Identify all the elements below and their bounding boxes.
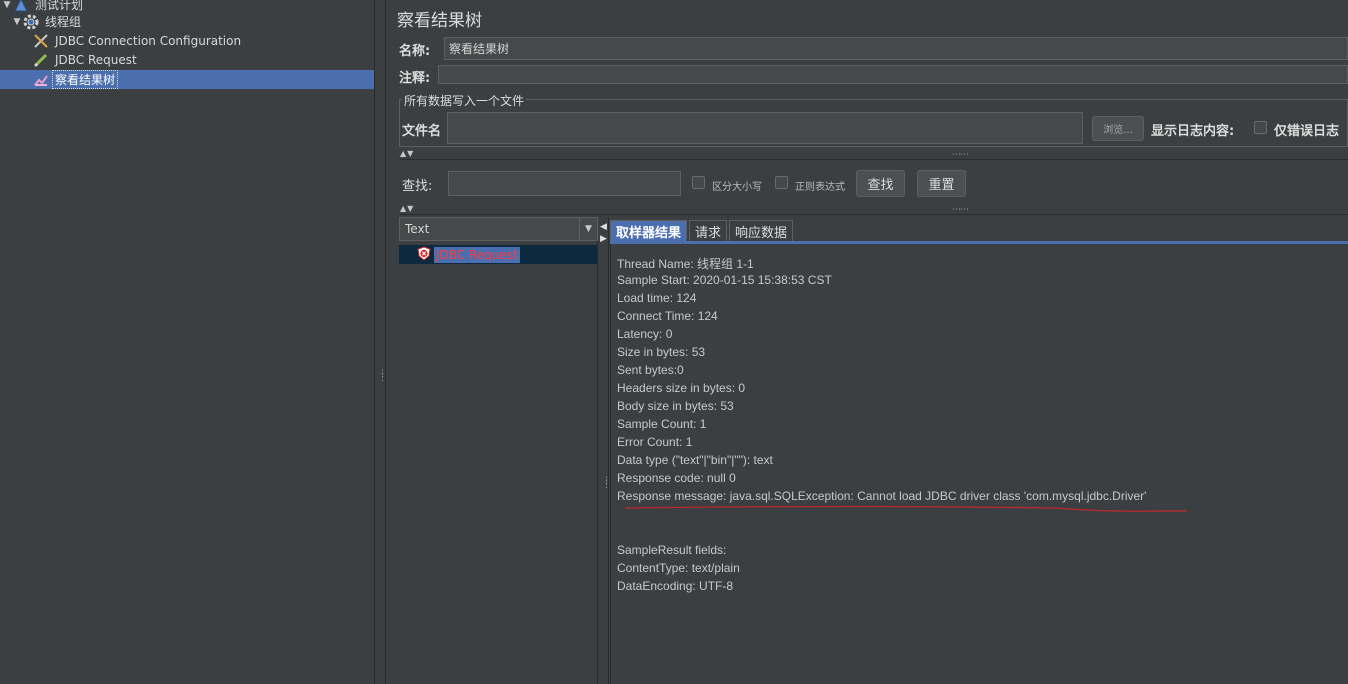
tab-response-data[interactable]: 响应数据 — [729, 220, 794, 241]
find-button[interactable]: 查找 — [856, 170, 905, 197]
result-line: Load time: 124 — [617, 291, 697, 305]
result-line: Sample Start: 2020-01-15 15:38:53 CST — [617, 273, 832, 287]
result-line: Sent bytes:0 — [617, 363, 684, 377]
divider — [399, 214, 1348, 215]
reset-button[interactable]: 重置 — [917, 170, 966, 197]
result-line: Latency: 0 — [617, 327, 673, 341]
regex-label: 正则表达式 — [795, 182, 845, 193]
tree-item-label: 线程组 — [45, 15, 82, 29]
errors-only-label: 仅错误日志 — [1274, 124, 1340, 139]
result-line: Sample Count: 1 — [617, 417, 707, 431]
renderer-select-value: Text — [405, 222, 430, 236]
comment-label: 注释: — [399, 71, 431, 86]
file-name-input[interactable] — [447, 112, 1083, 144]
gear-icon — [22, 13, 40, 31]
name-input[interactable] — [444, 37, 1348, 60]
fields-line: SampleResult fields: — [617, 543, 727, 557]
renderer-select[interactable]: Text ▼ — [399, 217, 598, 241]
errors-only-checkbox[interactable] — [1254, 121, 1267, 134]
pen-icon — [32, 51, 50, 69]
result-line: Thread Name: 线程组 1-1 — [617, 257, 754, 271]
results-list: Text ▼ JDBC Request — [399, 217, 598, 684]
results-splitter[interactable]: ◀ ▶ ⋮ ⋮ — [599, 217, 611, 684]
result-line: Size in bytes: 53 — [617, 345, 706, 359]
file-group-legend: 所有数据写入一个文件 — [402, 92, 527, 109]
search-input[interactable] — [448, 171, 681, 196]
tab-sampler-result[interactable]: 取样器结果 — [610, 220, 688, 241]
tree-item-label: 察看结果树 — [51, 70, 119, 89]
fields-line: DataEncoding: UTF-8 — [617, 579, 734, 593]
case-sensitive-checkbox[interactable] — [692, 176, 705, 189]
chart-icon — [32, 71, 50, 89]
wrench-icon — [32, 32, 50, 50]
result-item[interactable]: JDBC Request — [399, 245, 597, 264]
result-detail-pane: 取样器结果 请求 响应数据 Thread Name: 线程组 1-1 Sampl… — [610, 217, 1348, 684]
case-sensitive-label: 区分大小写 — [712, 182, 762, 193]
name-label: 名称: — [399, 44, 431, 59]
collapse-arrows-icon[interactable]: ▲▼ — [400, 204, 414, 213]
divider-grip-icon[interactable]: ⋯⋯ — [952, 206, 969, 215]
test-plan-tree: ▼ 测试计划 ▼ 线程组 JDBC Connection Configurati… — [0, 0, 374, 684]
tree-item-label: JDBC Request — [55, 52, 137, 67]
red-underline-annotation — [625, 506, 1187, 512]
regex-checkbox[interactable] — [775, 176, 788, 189]
file-name-label: 文件名 — [402, 124, 442, 139]
fields-line: ContentType: text/plain — [617, 561, 740, 575]
splitter-grip-icon: ⋮ ⋮ — [378, 369, 387, 383]
tree-item-view-results-tree[interactable]: 察看结果树 — [0, 70, 374, 89]
result-line: Error Count: 1 — [617, 435, 693, 449]
expand-arrow-icon[interactable]: ▼ — [2, 0, 12, 10]
page-title: 察看结果树 — [397, 11, 482, 31]
sampler-result-text[interactable]: Thread Name: 线程组 1-1 Sample Start: 2020-… — [610, 244, 1348, 684]
result-item-label: JDBC Request — [434, 246, 520, 263]
response-message-line: Response message: java.sql.SQLException:… — [617, 489, 1147, 503]
main-splitter[interactable]: ⋮ ⋮ — [374, 0, 387, 684]
view-results-tree-panel: 察看结果树 名称: 注释: 所有数据写入一个文件 文件名 浏览... 显示日志内… — [387, 0, 1348, 684]
tree-item-jdbc-request[interactable]: JDBC Request — [32, 50, 139, 69]
collapse-arrows-icon[interactable]: ▲▼ — [400, 149, 414, 158]
expand-arrow-icon[interactable]: ▼ — [12, 17, 22, 27]
divider-grip-icon[interactable]: ⋯⋯ — [952, 151, 969, 160]
log-display-label: 显示日志内容: — [1151, 124, 1235, 139]
result-line: Body size in bytes: 53 — [617, 399, 734, 413]
error-shield-icon — [417, 245, 431, 264]
detail-tabs: 取样器结果 请求 响应数据 — [610, 220, 795, 242]
result-line: Headers size in bytes: 0 — [617, 381, 746, 395]
result-line: Connect Time: 124 — [617, 309, 718, 323]
result-line: Response code: null 0 — [617, 471, 736, 485]
divider — [399, 159, 1348, 160]
tree-item-thread-group[interactable]: ▼ 线程组 — [12, 12, 83, 31]
browse-button[interactable]: 浏览... — [1092, 116, 1144, 141]
comment-input[interactable] — [438, 65, 1348, 84]
splitter-arrows-icon[interactable]: ◀ ▶ — [600, 221, 607, 245]
splitter-grip-icon: ⋮ ⋮ — [602, 476, 611, 490]
chevron-down-icon[interactable]: ▼ — [579, 218, 597, 240]
tree-item-jdbc-connection-config[interactable]: JDBC Connection Configuration — [32, 31, 243, 50]
tree-item-label: JDBC Connection Configuration — [55, 33, 242, 48]
search-label: 查找: — [402, 179, 433, 194]
tab-request[interactable]: 请求 — [689, 220, 728, 241]
result-line: Data type ("text"|"bin"|""): text — [617, 453, 773, 467]
